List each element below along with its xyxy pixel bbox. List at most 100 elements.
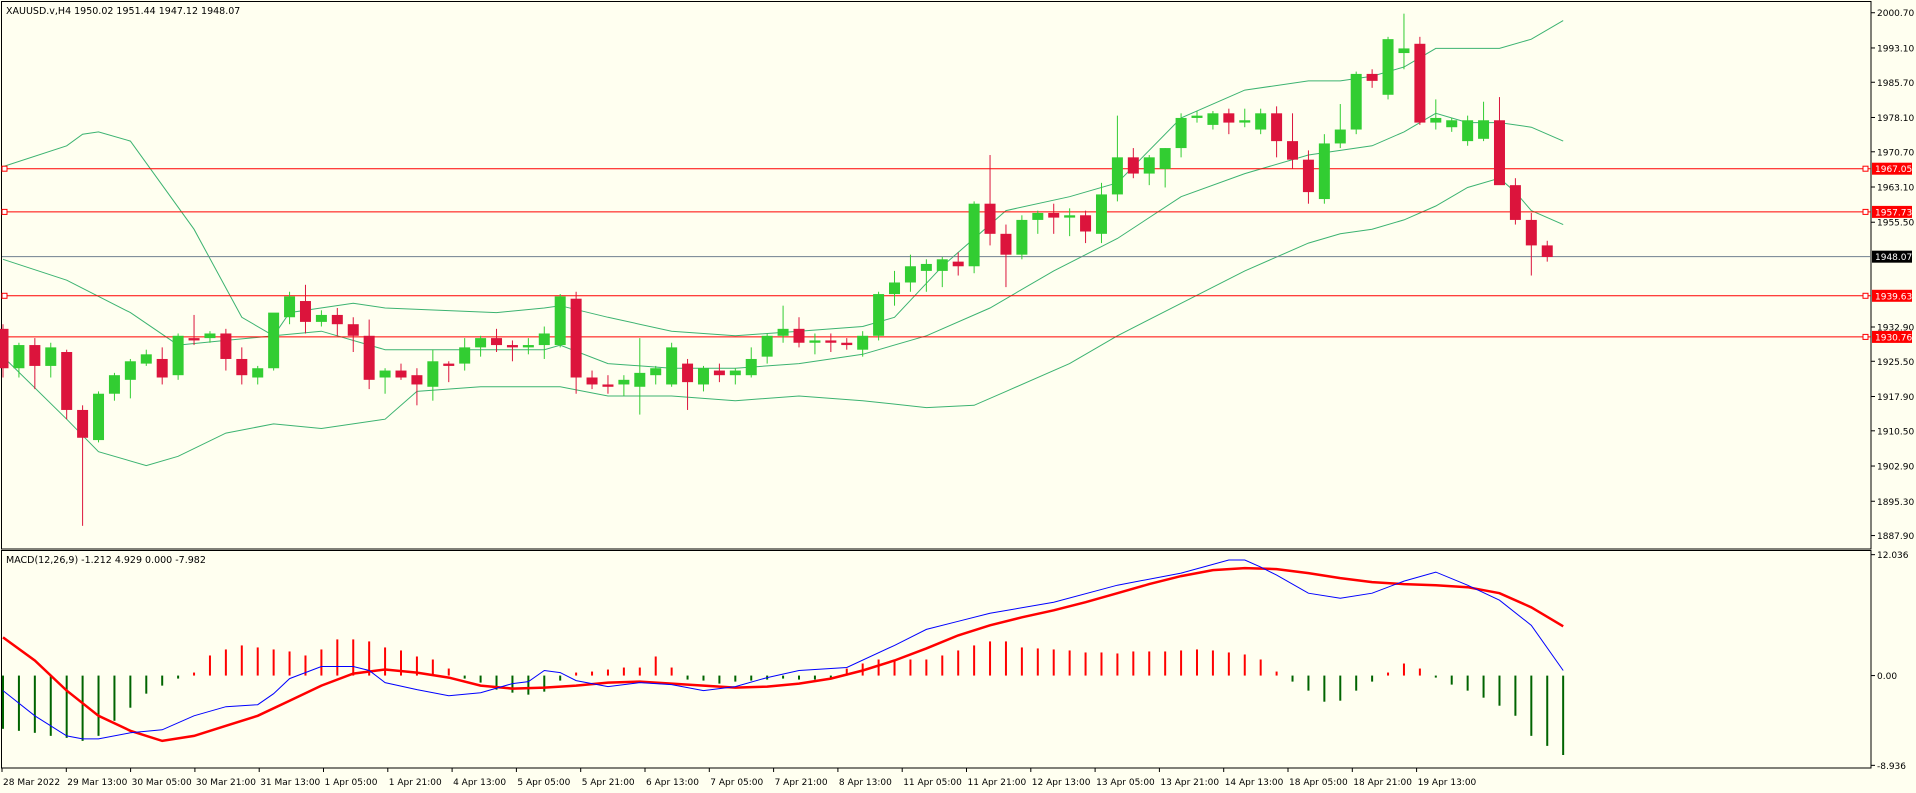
bearish-candle <box>188 338 200 341</box>
bearish-candle <box>1509 185 1521 220</box>
price-axis-label: 1902.90 <box>1877 463 1914 473</box>
bullish-candle <box>1175 117 1187 149</box>
bullish-candle <box>427 361 439 387</box>
time-axis-label: 11 Apr 05:00 <box>903 778 962 788</box>
time-axis-label: 18 Apr 05:00 <box>1289 778 1348 788</box>
level-line-handle[interactable] <box>1 165 8 172</box>
bearish-candle <box>443 363 455 366</box>
bearish-candle <box>77 409 89 438</box>
time-axis-label: 8 Apr 13:00 <box>839 778 892 788</box>
bearish-candle <box>331 314 343 325</box>
bullish-candle <box>904 266 916 283</box>
bearish-candle <box>363 335 375 380</box>
bullish-candle <box>1430 117 1442 123</box>
bearish-candle <box>220 333 232 359</box>
price-axis-label: 1955.50 <box>1877 219 1914 229</box>
time-axis-label: 4 Apr 13:00 <box>453 778 506 788</box>
bullish-candle <box>634 372 646 387</box>
time-axis-label: 12 Apr 13:00 <box>1032 778 1091 788</box>
bearish-candle <box>1414 43 1426 123</box>
bearish-candle <box>1223 113 1235 123</box>
bullish-candle <box>1143 157 1155 174</box>
bullish-candle <box>284 296 296 318</box>
bearish-candle <box>1048 212 1060 218</box>
bearish-candle <box>299 301 311 322</box>
bullish-candle <box>936 259 948 271</box>
level-line-handle[interactable] <box>1862 333 1869 340</box>
level-line-handle[interactable] <box>1 208 8 215</box>
bullish-candle <box>538 333 550 346</box>
level-line-handle[interactable] <box>1 292 8 299</box>
bearish-candle <box>1525 219 1537 246</box>
price-axis-label: 1963.10 <box>1877 184 1914 194</box>
level-line-handle[interactable] <box>1862 292 1869 299</box>
time-axis-label: 5 Apr 05:00 <box>517 778 570 788</box>
bearish-candle <box>1080 215 1092 232</box>
price-axis-label: 1985.70 <box>1877 79 1914 89</box>
bullish-candle <box>1159 148 1171 169</box>
bearish-candle <box>1271 113 1283 142</box>
bullish-candle <box>666 347 678 385</box>
time-axis-label: 1 Apr 05:00 <box>325 778 378 788</box>
level-price-label: 1957.73 <box>1875 208 1912 218</box>
bullish-candle <box>1478 120 1490 139</box>
bullish-candle <box>729 370 741 376</box>
bullish-candle <box>1207 113 1219 125</box>
bullish-candle <box>968 203 980 267</box>
bearish-candle <box>713 370 725 376</box>
bullish-candle <box>1382 39 1394 95</box>
time-axis-label: 30 Mar 21:00 <box>196 778 256 788</box>
bullish-candle <box>809 340 821 343</box>
time-axis-label: 28 Mar 2022 <box>3 778 60 788</box>
bearish-candle <box>825 340 837 343</box>
bullish-candle <box>1111 157 1123 195</box>
bearish-candle <box>793 328 805 343</box>
macd-axis-label: -8.936 <box>1877 762 1906 772</box>
bullish-candle <box>1255 113 1267 130</box>
bullish-candle <box>761 335 773 357</box>
bearish-candle <box>1541 245 1553 257</box>
bearish-candle <box>602 384 614 387</box>
level-line-handle[interactable] <box>1862 165 1869 172</box>
time-axis-label: 19 Apr 13:00 <box>1418 778 1477 788</box>
level-price-label: 1967.05 <box>1875 165 1912 175</box>
bullish-candle <box>93 393 105 441</box>
bearish-candle <box>347 324 359 336</box>
bearish-candle <box>1493 120 1505 186</box>
bullish-candle <box>45 347 57 366</box>
bullish-candle <box>697 368 709 385</box>
bearish-candle <box>61 352 73 410</box>
bullish-candle <box>1016 219 1028 255</box>
macd-pane-caption: MACD(12,26,9) -1.212 4.929 0.000 -7.982 <box>6 555 206 566</box>
bullish-candle <box>889 282 901 295</box>
bearish-candle <box>586 377 598 385</box>
bearish-candle <box>952 261 964 267</box>
bullish-candle <box>1350 73 1362 130</box>
price-axis-label: 1978.10 <box>1877 114 1914 124</box>
bearish-candle <box>1127 157 1139 174</box>
price-axis-label: 1970.70 <box>1877 148 1914 158</box>
time-axis-label: 29 Mar 13:00 <box>67 778 127 788</box>
bullish-candle <box>124 361 136 380</box>
bearish-candle <box>1302 159 1314 193</box>
bearish-candle <box>395 370 407 378</box>
time-axis-label: 13 Apr 05:00 <box>1096 778 1155 788</box>
level-line-handle[interactable] <box>1862 208 1869 215</box>
bullish-candle <box>108 375 120 394</box>
bullish-candle <box>204 333 216 339</box>
bullish-candle <box>1462 120 1474 142</box>
bullish-candle <box>172 335 184 376</box>
bullish-candle <box>459 347 471 364</box>
bearish-candle <box>682 363 694 383</box>
price-axis-label: 1910.50 <box>1877 427 1914 437</box>
bullish-candle <box>252 368 264 378</box>
bullish-candle <box>650 368 662 376</box>
bearish-candle <box>506 345 518 348</box>
bearish-candle <box>841 342 853 346</box>
bullish-candle <box>1318 143 1330 200</box>
bullish-candle <box>1032 212 1044 220</box>
time-axis-label: 14 Apr 13:00 <box>1225 778 1284 788</box>
price-axis-label: 1932.90 <box>1877 323 1914 333</box>
bullish-candle <box>873 294 885 336</box>
price-axis-label: 2000.70 <box>1877 9 1914 19</box>
